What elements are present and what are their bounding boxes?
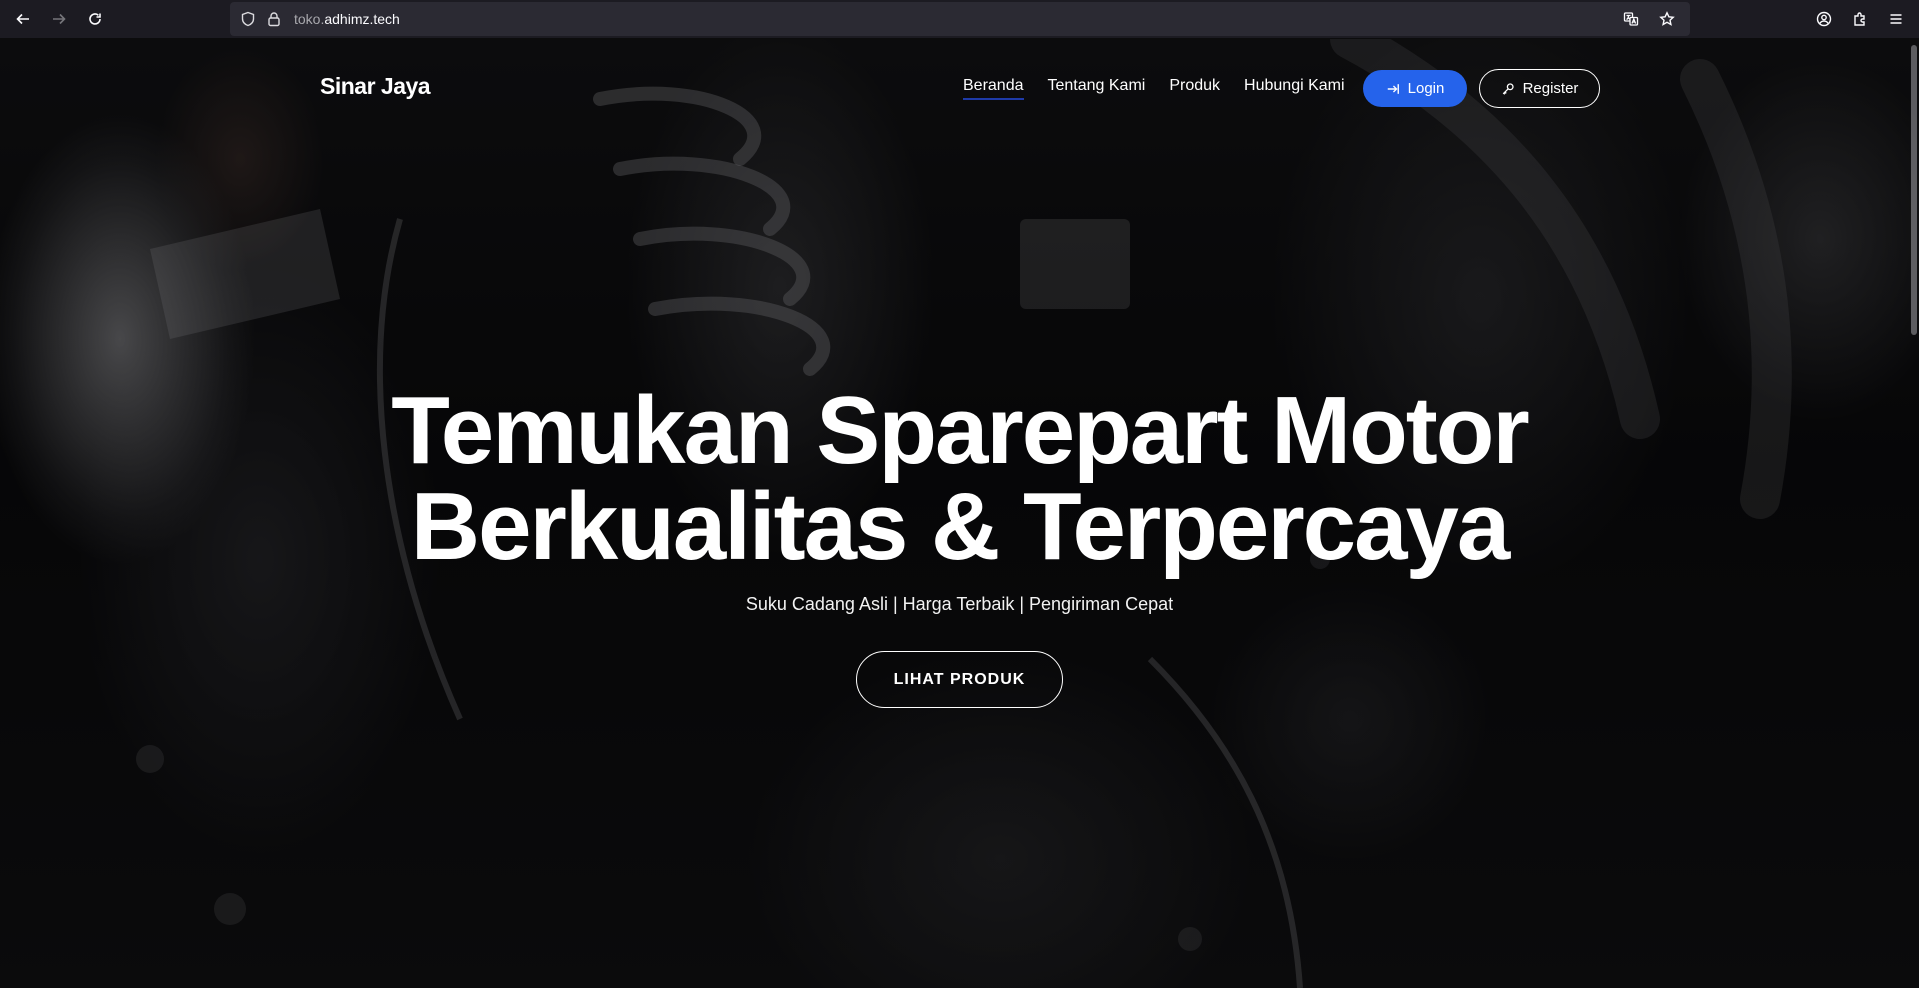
address-bar-actions	[1614, 2, 1684, 36]
browser-toolbar: toko.adhimz.tech	[0, 0, 1919, 39]
account-icon	[1816, 11, 1832, 27]
url-subdomain: toko.	[294, 11, 325, 27]
register-label: Register	[1522, 80, 1579, 97]
url-domain: adhimz.tech	[324, 11, 400, 27]
key-icon	[1502, 82, 1514, 95]
address-bar[interactable]: toko.adhimz.tech	[230, 2, 1690, 36]
forward-icon	[53, 13, 66, 25]
translate-button[interactable]	[1614, 2, 1648, 36]
toolbar-right	[1807, 2, 1913, 36]
back-icon	[16, 13, 29, 25]
extensions-button[interactable]	[1843, 2, 1877, 36]
url-text[interactable]: toko.adhimz.tech	[294, 11, 400, 27]
back-button[interactable]	[6, 2, 40, 36]
site-navbar: Sinar Jaya Beranda Tentang Kami Produk H…	[0, 39, 1919, 131]
view-products-button[interactable]: LIHAT PRODUK	[856, 651, 1063, 708]
hero-title: Temukan Sparepart Motor Berkualitas & Te…	[0, 383, 1919, 575]
register-button[interactable]: Register	[1479, 69, 1600, 108]
star-icon	[1659, 11, 1675, 26]
login-button[interactable]: Login	[1363, 70, 1467, 107]
extensions-icon	[1854, 12, 1865, 26]
login-icon	[1387, 83, 1399, 94]
hero-title-line-1: Temukan Sparepart Motor	[391, 377, 1529, 484]
account-button[interactable]	[1807, 2, 1841, 36]
page-viewport: Sinar Jaya Beranda Tentang Kami Produk H…	[0, 39, 1919, 988]
navigation-buttons	[6, 2, 112, 36]
brand-logo[interactable]: Sinar Jaya	[320, 73, 431, 100]
hero-title-line-2: Berkualitas & Terpercaya	[410, 473, 1510, 580]
reload-button[interactable]	[78, 2, 112, 36]
nav-link-hubungi-kami[interactable]: Hubungi Kami	[1244, 77, 1345, 100]
nav-link-produk[interactable]: Produk	[1169, 77, 1220, 100]
nav-link-beranda[interactable]: Beranda	[963, 77, 1024, 100]
main-menu: Beranda Tentang Kami Produk Hubungi Kami	[963, 77, 1345, 100]
login-label: Login	[1407, 80, 1445, 97]
lock-icon[interactable]	[266, 11, 282, 27]
bookmark-button[interactable]	[1650, 2, 1684, 36]
translate-icon	[1623, 12, 1639, 26]
app-menu-button[interactable]	[1879, 2, 1913, 36]
forward-button[interactable]	[42, 2, 76, 36]
reload-icon	[89, 13, 101, 25]
nav-link-tentang-kami[interactable]: Tentang Kami	[1048, 77, 1146, 100]
shield-icon[interactable]	[240, 11, 256, 27]
hero-subtitle: Suku Cadang Asli | Harga Terbaik | Pengi…	[745, 594, 1174, 614]
menu-icon	[1890, 14, 1902, 24]
